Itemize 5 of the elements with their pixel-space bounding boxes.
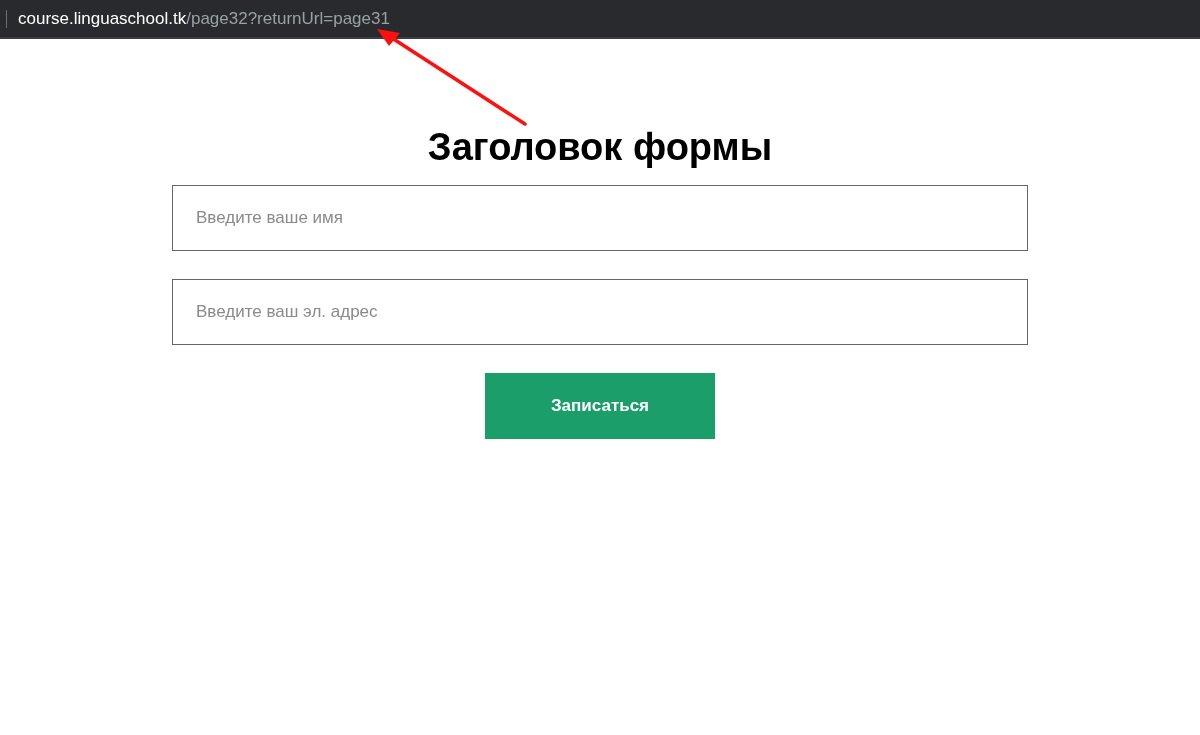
input-field[interactable]: Введите ваш эл. адрес — [172, 279, 1028, 345]
input-field[interactable]: Введите ваше имя — [172, 185, 1028, 251]
form-title: Заголовок формы — [427, 125, 773, 170]
text-cursor — [6, 9, 7, 28]
address-url[interactable]: course.linguaschool.tk/page32?returnUrl=page31 — [18, 5, 390, 32]
